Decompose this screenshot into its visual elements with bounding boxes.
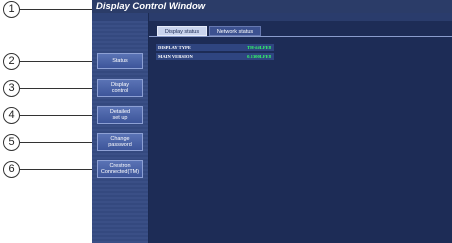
main-version-value: 0.1300LFE8 — [247, 54, 271, 59]
callout-4-leader — [20, 115, 97, 116]
callout-2-leader — [20, 61, 97, 62]
callout-5-leader — [20, 142, 97, 143]
detailed-set-up-button[interactable]: Detailed set up — [97, 106, 143, 124]
callout-6-leader — [20, 169, 97, 170]
tab-display-status[interactable]: Display status — [157, 26, 207, 36]
status-button[interactable]: Status — [97, 53, 143, 69]
detailed-set-up-button-label: Detailed set up — [109, 108, 131, 122]
status-button-label: Status — [112, 57, 128, 64]
callout-2: 2 — [3, 53, 20, 70]
callout-1: 1 — [3, 1, 20, 18]
callout-4: 4 — [3, 107, 20, 124]
main-top-band — [149, 13, 452, 21]
callout-3: 3 — [3, 80, 20, 97]
change-password-button-label: Change password — [108, 135, 132, 149]
display-type-value: TH-##LFE8 — [247, 45, 271, 50]
callout-6: 6 — [3, 161, 20, 178]
main-panel: Display status Network status DISPLAY TY… — [149, 13, 452, 243]
callout-3-leader — [20, 88, 97, 89]
tab-underline — [149, 36, 452, 37]
display-type-label: DISPLAY TYPE — [158, 45, 191, 50]
display-control-button-label: Display control — [110, 81, 130, 95]
crestron-connected-button[interactable]: Crestron Connected(TM) — [97, 160, 143, 178]
change-password-button[interactable]: Change password — [97, 133, 143, 151]
callout-5: 5 — [3, 134, 20, 151]
window-title: Display Control Window — [92, 0, 452, 13]
main-version-label: MAIN VERSION — [158, 54, 193, 59]
crestron-connected-button-label: Crestron Connected(TM) — [100, 162, 140, 176]
sidebar-top-band — [92, 13, 148, 21]
sidebar: Status Display control Detailed set up C… — [92, 13, 148, 243]
display-control-button[interactable]: Display control — [97, 79, 143, 97]
info-row-main-version: MAIN VERSION 0.1300LFE8 — [156, 53, 274, 60]
display-control-window: Display Control Window Status Display co… — [92, 0, 452, 243]
tab-network-status[interactable]: Network status — [209, 26, 261, 36]
info-row-display-type: DISPLAY TYPE TH-##LFE8 — [156, 44, 274, 51]
